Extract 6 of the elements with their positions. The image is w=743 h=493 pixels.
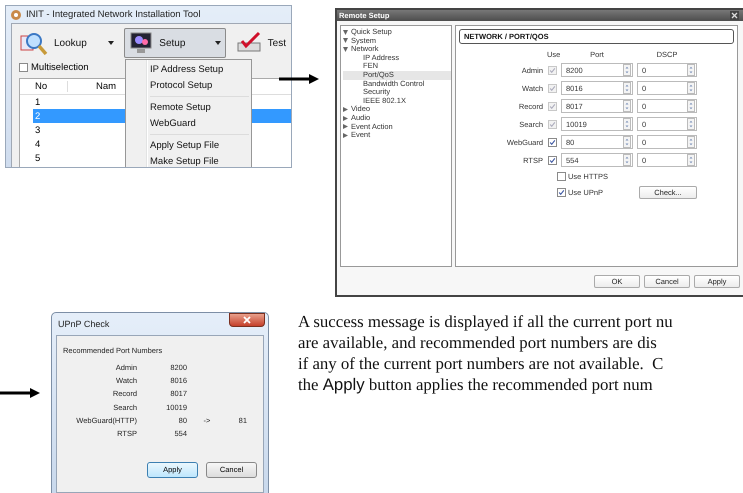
- window-title: UPnP Check: [58, 318, 110, 331]
- checkbox-label: Multiselection: [31, 62, 89, 73]
- column-header: No: [20, 81, 68, 92]
- column-header: Nam: [96, 81, 116, 92]
- description-paragraph: A success message is displayed if all the current port nu are available, and recommended port numbers are dis if any of the current port numbers are not available. C the Apply button applies the recommended port num: [298, 311, 673, 395]
- window-title: INIT - Integrated Network Installation Tool: [26, 9, 200, 20]
